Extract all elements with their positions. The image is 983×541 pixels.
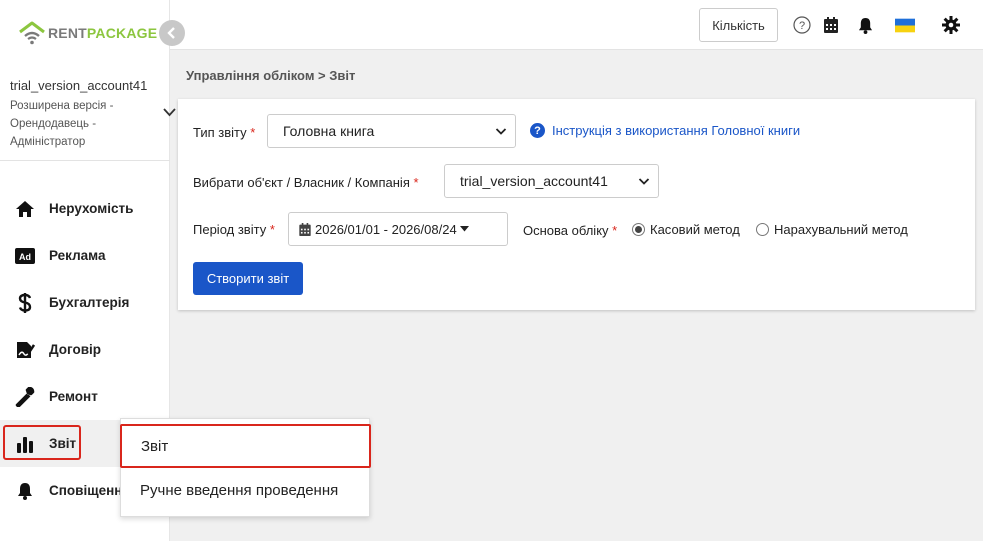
- radio-checked[interactable]: [632, 223, 645, 236]
- report-form-card: Тип звіту * Головна книга ? Інструкція з…: [178, 99, 975, 310]
- ukraine-flag-icon[interactable]: [895, 15, 915, 35]
- question-circle-icon: ?: [530, 123, 545, 138]
- sidebar-item-label: Договір: [49, 342, 102, 357]
- basis-label: Основа обліку *: [523, 223, 617, 238]
- sidebar-item-label: Звіт: [49, 436, 77, 451]
- account-info[interactable]: trial_version_account41 Розширена версія…: [10, 78, 180, 151]
- sidebar-divider: [0, 160, 170, 161]
- sidebar-item-property[interactable]: Нерухомість: [0, 185, 170, 232]
- ad-icon: Ad: [14, 246, 36, 266]
- bell-icon: [14, 481, 36, 501]
- entity-label: Вибрати об'єкт / Власник / Компанія *: [193, 175, 419, 190]
- logo-text-rent: RENT: [48, 25, 87, 41]
- entity-value: trial_version_account41: [460, 173, 608, 189]
- required-mark: *: [250, 125, 256, 140]
- svg-text:Ad: Ad: [19, 252, 31, 262]
- chevron-down-icon: [638, 178, 650, 185]
- report-type-label-text: Тип звіту: [193, 125, 247, 140]
- bell-icon[interactable]: [855, 15, 875, 35]
- gear-icon[interactable]: [941, 15, 961, 35]
- report-type-label: Тип звіту *: [193, 125, 255, 140]
- logo[interactable]: RENTPACKAGE: [18, 18, 157, 48]
- create-report-button[interactable]: Створити звіт: [193, 262, 303, 295]
- bar-chart-icon: [14, 434, 36, 454]
- sidebar-item-label: Сповіщення: [49, 483, 131, 498]
- sidebar-item-ads[interactable]: Ad Реклама: [0, 232, 170, 279]
- required-mark: *: [269, 222, 275, 237]
- breadcrumb: Управління обліком > Звіт: [186, 68, 356, 83]
- period-value: 2026/01/01 - 2026/08/24: [315, 221, 457, 237]
- entity-select[interactable]: trial_version_account41: [444, 164, 659, 198]
- calendar-icon[interactable]: [821, 15, 841, 35]
- basis-accrual-radio[interactable]: Нарахувальний метод: [756, 222, 908, 237]
- sidebar-item-repair[interactable]: Ремонт: [0, 373, 170, 420]
- required-mark: *: [612, 223, 618, 238]
- sidebar-item-contract[interactable]: Договір: [0, 326, 170, 373]
- report-type-value: Головна книга: [283, 123, 375, 139]
- home-icon: [14, 199, 36, 219]
- account-role: Розширена версія - Орендодавець - Адміні…: [10, 100, 114, 148]
- ledger-help-link-text: Інструкція з використання Головної книги: [552, 123, 801, 138]
- logo-text-package: PACKAGE: [86, 25, 158, 41]
- basis-cash-radio[interactable]: Касовий метод: [632, 222, 740, 237]
- entity-label-text: Вибрати об'єкт / Власник / Компанія: [193, 175, 410, 190]
- basis-label-text: Основа обліку: [523, 223, 609, 238]
- calendar-icon: [299, 222, 311, 236]
- quantity-button[interactable]: Кількість: [699, 8, 778, 42]
- submenu-item-manual-entry[interactable]: Ручне введення проведення: [121, 470, 369, 510]
- sidebar-item-label: Ремонт: [49, 389, 98, 404]
- help-icon[interactable]: ?: [792, 15, 812, 35]
- period-date-range-picker[interactable]: 2026/01/01 - 2026/08/24: [288, 212, 508, 246]
- chevron-down-icon: [495, 128, 507, 135]
- account-name: trial_version_account41: [10, 78, 148, 93]
- basis-cash-label: Касовий метод: [650, 222, 740, 237]
- dollar-icon: [14, 292, 36, 313]
- contract-icon: [14, 340, 36, 360]
- top-bar: Кількість ?: [170, 0, 983, 50]
- caret-down-icon: [459, 226, 469, 232]
- wifi-house-logo-icon: [19, 21, 45, 45]
- sidebar-item-accounting[interactable]: Бухгалтерія: [0, 279, 170, 326]
- period-label-text: Період звіту: [193, 222, 267, 237]
- ledger-help-link[interactable]: ? Інструкція з використання Головної кни…: [530, 123, 800, 138]
- submenu-item-report[interactable]: Звіт: [120, 424, 371, 468]
- sidebar-item-label: Бухгалтерія: [49, 295, 130, 310]
- svg-text:?: ?: [799, 20, 805, 32]
- chevron-left-icon: [167, 27, 175, 39]
- report-submenu: Звіт Ручне введення проведення: [120, 418, 371, 517]
- sidebar-item-label: Нерухомість: [49, 201, 134, 216]
- sidebar-collapse-button[interactable]: [159, 20, 185, 46]
- radio-unchecked[interactable]: [756, 223, 769, 236]
- wrench-icon: [14, 386, 36, 407]
- required-mark: *: [413, 175, 419, 190]
- report-type-select[interactable]: Головна книга: [267, 114, 516, 148]
- logo-text: RENTPACKAGE: [48, 25, 157, 41]
- basis-accrual-label: Нарахувальний метод: [774, 222, 908, 237]
- chevron-down-icon[interactable]: [163, 104, 176, 120]
- period-label: Період звіту *: [193, 222, 275, 237]
- sidebar-item-label: Реклама: [49, 248, 106, 263]
